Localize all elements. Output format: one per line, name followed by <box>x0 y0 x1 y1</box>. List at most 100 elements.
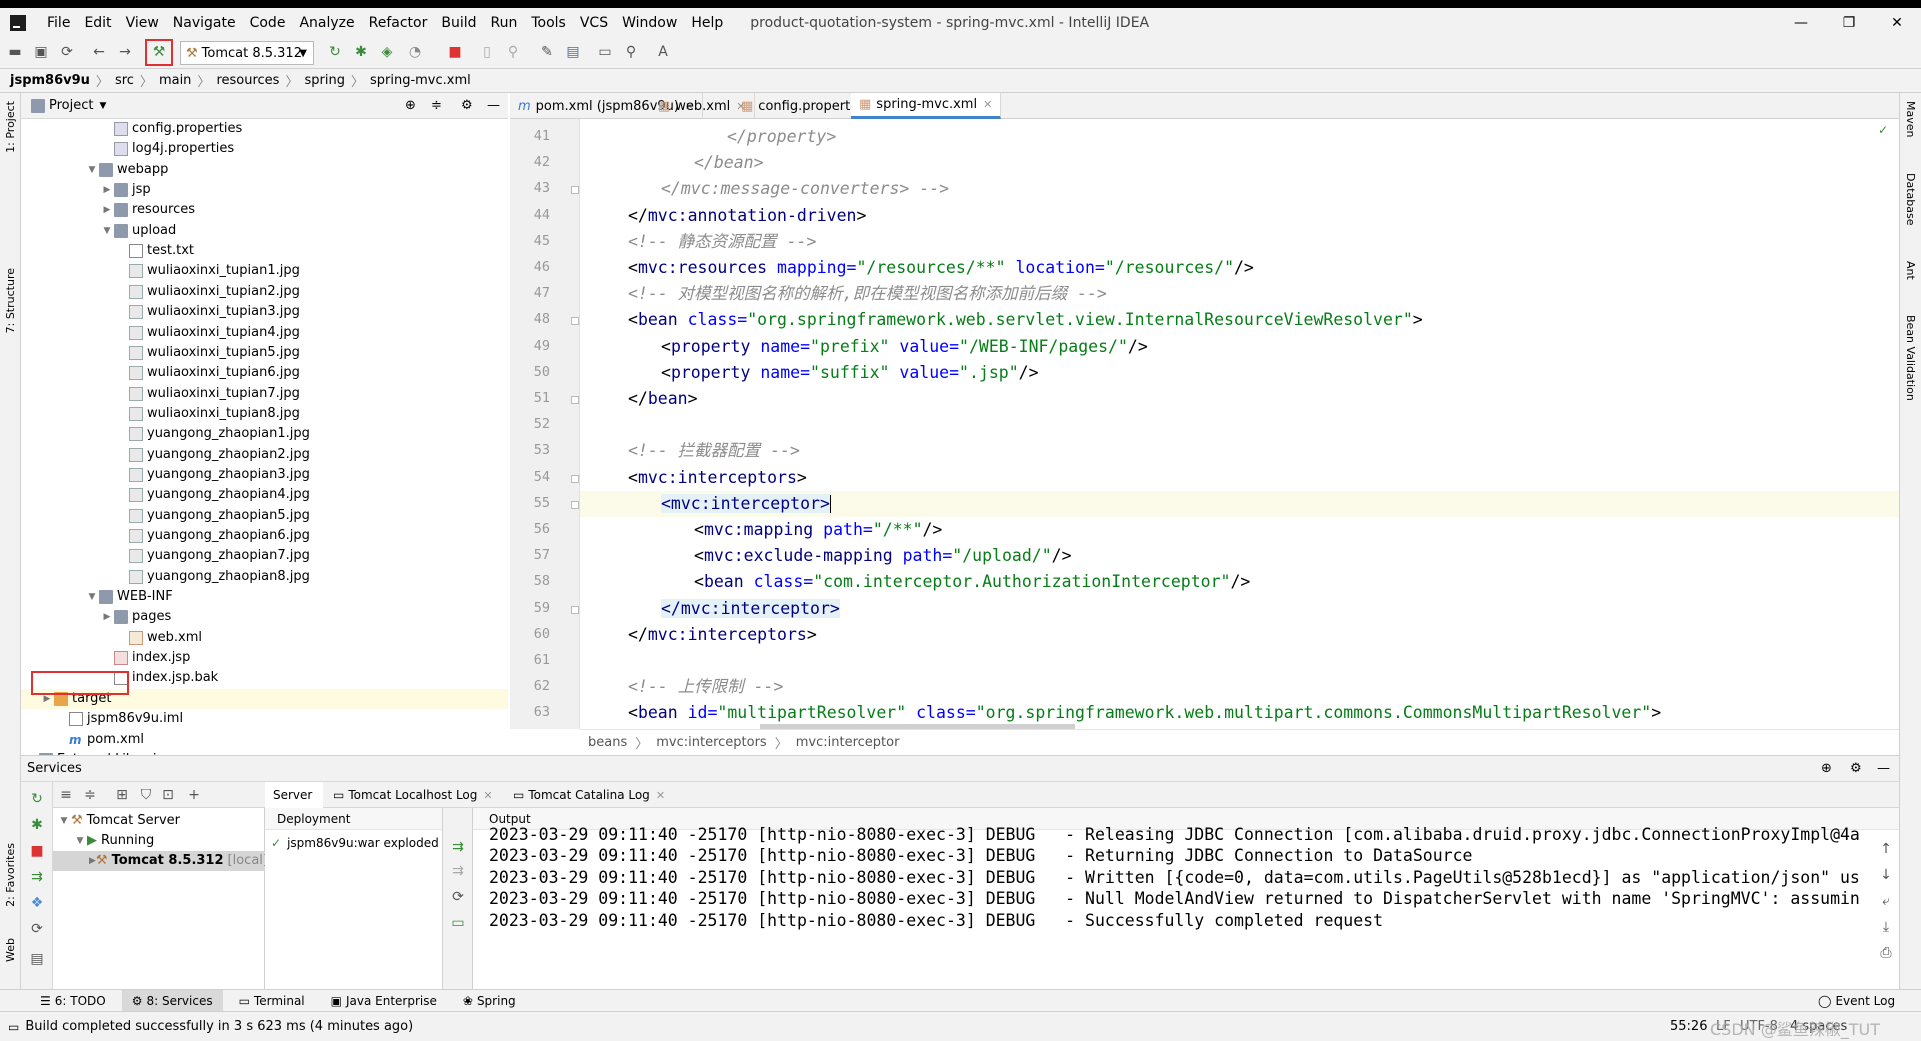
deploy-icon[interactable]: ⇉ <box>28 868 46 886</box>
tree-item[interactable]: wuliaoxinxi_tupian4.jpg <box>21 323 508 343</box>
scroll-to-end-icon[interactable]: ⤓ <box>1877 918 1895 936</box>
stop-icon[interactable]: ■ <box>446 43 464 61</box>
running-node[interactable]: ▼ ▶ Running <box>73 831 155 851</box>
minimize-button[interactable]: — <box>1778 8 1824 37</box>
project-structure-icon[interactable]: ▤ <box>564 43 582 61</box>
tab-localhost-log[interactable]: ▭ Tomcat Localhost Log ✕ <box>325 782 501 808</box>
coverage-icon[interactable]: ◈ <box>378 43 396 61</box>
build-hammer-icon[interactable]: ⚒ <box>150 43 168 61</box>
fold-marker-icon[interactable] <box>571 474 579 483</box>
rerun-icon[interactable]: ↻ <box>28 790 46 808</box>
tree-item[interactable]: yuangong_zhaopian4.jpg <box>21 485 508 505</box>
tomcat-server-node[interactable]: ▼ ⚒ Tomcat Server <box>57 811 180 831</box>
add-icon[interactable]: + <box>185 786 203 804</box>
tree-item[interactable]: yuangong_zhaopian8.jpg <box>21 567 508 587</box>
tree-item[interactable]: test.txt <box>21 241 508 261</box>
tree-item[interactable]: wuliaoxinxi_tupian8.jpg <box>21 404 508 424</box>
chevron-down-icon[interactable]: ▼ <box>85 160 99 180</box>
locate-icon[interactable]: ⊕ <box>1821 761 1832 776</box>
code-editor[interactable]: </property> </bean> </mvc:message-converte… <box>580 119 1899 729</box>
event-log-tab[interactable]: ◯ Event Log <box>1818 994 1895 1008</box>
menu-file[interactable]: File <box>40 15 77 31</box>
soft-wrap-icon[interactable]: ⤶ <box>1877 892 1895 910</box>
run-configuration-select[interactable]: ⚒ Tomcat 8.5.312 ▼ <box>180 41 314 65</box>
tree-item[interactable]: wuliaoxinxi_tupian1.jpg <box>21 261 508 281</box>
forward-icon[interactable]: → <box>116 43 134 61</box>
chevron-down-icon[interactable]: ▼ <box>85 587 99 607</box>
bean-validation-tool-tab[interactable]: Bean Validation <box>1904 315 1917 401</box>
tab-catalina-log[interactable]: ▭ Tomcat Catalina Log ✕ <box>505 782 673 808</box>
menu-analyze[interactable]: Analyze <box>292 15 361 31</box>
chevron-right-icon[interactable]: ▶ <box>100 180 114 200</box>
back-icon[interactable]: ← <box>90 43 108 61</box>
refresh-icon[interactable]: ⟳ <box>449 888 467 906</box>
bottom-tab-terminal[interactable]: ▭ Terminal <box>229 990 315 1012</box>
tree-item[interactable]: yuangong_zhaopian3.jpg <box>21 465 508 485</box>
menu-code[interactable]: Code <box>243 15 293 31</box>
chevron-right-icon[interactable]: ▶ <box>100 200 114 220</box>
attach-icon[interactable]: ▯ <box>478 43 496 61</box>
group-icon[interactable]: ⊞ <box>113 786 131 804</box>
tree-item[interactable]: wuliaoxinxi_tupian7.jpg <box>21 384 508 404</box>
gear-icon[interactable]: ⚙ <box>1850 761 1862 776</box>
gear-icon[interactable]: ⚙ <box>461 98 473 113</box>
output-console[interactable]: Output ↑ ↓ ⤶ ⤓ ⎙ 2023-03-29 09:11:40 -25… <box>473 808 1899 989</box>
fold-marker-icon[interactable] <box>571 500 579 509</box>
chevron-down-icon[interactable]: ▼ <box>100 221 114 241</box>
project-tool-tab[interactable]: 1: Project <box>4 101 17 153</box>
hide-icon[interactable]: — <box>487 98 500 113</box>
breadcrumb-main[interactable]: main <box>159 73 191 88</box>
scroll-up-icon[interactable]: ↑ <box>1877 840 1895 858</box>
sync-icon[interactable]: ⟳ <box>58 43 76 61</box>
artifact-icon[interactable]: ▭ <box>449 914 467 932</box>
print-icon[interactable]: ⎙ <box>1877 944 1895 962</box>
new-tab-icon[interactable]: ⊡ <box>159 786 177 804</box>
save-icon[interactable]: ▣ <box>32 43 50 61</box>
tree-item[interactable]: config.properties <box>21 119 508 139</box>
tree-item[interactable]: wuliaoxinxi_tupian2.jpg <box>21 282 508 302</box>
menu-tools[interactable]: Tools <box>524 15 573 31</box>
web-tool-tab[interactable]: Web <box>4 938 17 962</box>
tree-item[interactable]: m pom.xml <box>21 730 508 750</box>
tree-item[interactable]: wuliaoxinxi_tupian3.jpg <box>21 302 508 322</box>
tree-item[interactable]: ▼ upload <box>21 221 508 241</box>
menu-help[interactable]: Help <box>684 15 730 31</box>
tree-item[interactable]: index.jsp <box>21 648 508 668</box>
menu-run[interactable]: Run <box>484 15 525 31</box>
breadcrumb-project[interactable]: jspm86v9u <box>10 73 90 88</box>
close-icon[interactable]: ✕ <box>983 98 992 111</box>
menu-window[interactable]: Window <box>615 15 684 31</box>
menu-vcs[interactable]: VCS <box>573 15 615 31</box>
tree-item[interactable]: log4j.properties <box>21 139 508 159</box>
fold-marker-icon[interactable] <box>571 317 579 326</box>
rerun-icon[interactable]: ↻ <box>326 43 344 61</box>
bottom-tab-spring[interactable]: ❀ Spring <box>453 990 526 1012</box>
settings-wrench-icon[interactable]: ✎ <box>538 43 556 61</box>
tree-item[interactable]: web.xml <box>21 628 508 648</box>
menu-build[interactable]: Build <box>434 15 483 31</box>
menu-navigate[interactable]: Navigate <box>166 15 243 31</box>
tree-item[interactable]: yuangong_zhaopian2.jpg <box>21 445 508 465</box>
fold-marker-icon[interactable] <box>571 605 579 614</box>
maven-tool-tab[interactable]: Maven <box>1904 101 1917 137</box>
tree-item[interactable]: wuliaoxinxi_tupian5.jpg <box>21 343 508 363</box>
tab-spring-mvc-xml[interactable]: ▦ spring-mvc.xml ✕ <box>851 93 1002 119</box>
chevron-right-icon[interactable]: ▶ <box>100 607 114 627</box>
search-structure-icon[interactable]: ⚲ <box>504 43 522 61</box>
breadcrumb-file[interactable]: spring-mvc.xml <box>370 73 471 88</box>
editor-breadcrumb-interceptor[interactable]: mvc:interceptor <box>796 735 900 750</box>
tree-item[interactable]: ▶ jsp <box>21 180 508 200</box>
breadcrumb-src[interactable]: src <box>115 73 134 88</box>
close-button[interactable]: ✕ <box>1874 8 1920 37</box>
favorites-tool-tab[interactable]: 2: Favorites <box>4 843 17 907</box>
tree-item[interactable]: yuangong_zhaopian5.jpg <box>21 506 508 526</box>
project-panel-title[interactable]: Project <box>49 98 93 113</box>
tree-item[interactable]: ▶ resources <box>21 200 508 220</box>
terminal-icon[interactable]: ▭ <box>596 43 614 61</box>
breadcrumb-spring[interactable]: spring <box>304 73 344 88</box>
hide-icon[interactable]: — <box>1877 761 1890 776</box>
update-icon[interactable]: ❖ <box>28 894 46 912</box>
translate-icon[interactable]: A <box>654 43 672 61</box>
editor-breadcrumb-beans[interactable]: beans <box>588 735 627 750</box>
database-tool-tab[interactable]: Database <box>1904 173 1917 226</box>
